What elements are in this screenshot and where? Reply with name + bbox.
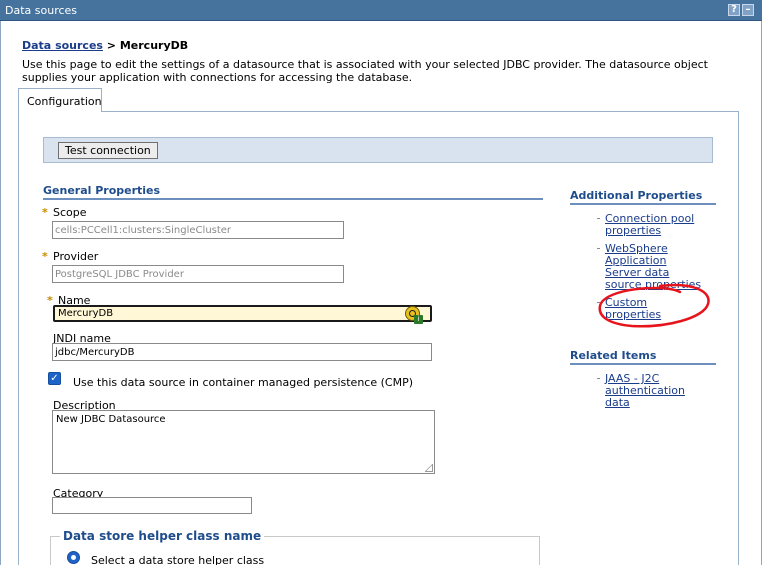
list-bullet [597,248,600,249]
general-properties-heading: General Properties [43,184,543,200]
cmp-label: Use this data source in container manage… [73,376,413,389]
websphere-data-source-properties-link[interactable]: WebSphere Application Server data source… [605,243,705,291]
additional-properties-heading: Additional Properties [570,189,716,205]
window-title: Data sources [5,4,78,17]
list-bullet [597,302,600,303]
help-button[interactable]: ? [728,4,740,16]
scope-label: Scope [53,206,87,219]
required-marker: * [47,294,53,307]
select-helper-radio[interactable] [67,551,80,564]
assist-badge-icon: i [414,315,423,324]
custom-properties-link[interactable]: Custom properties [605,297,705,321]
tab-joiner [19,110,101,112]
button-bar: Test connection [43,137,713,163]
category-input[interactable] [52,497,252,514]
provider-field: PostgreSQL JDBC Provider [52,265,344,283]
tab-configuration[interactable]: Configuration [18,88,102,112]
scope-field: cells:PCCell1:clusters:SingleCluster [52,221,344,239]
related-items-heading: Related Items [570,349,716,365]
connection-pool-properties-link[interactable]: Connection pool properties [605,213,705,237]
jaas-j2c-authentication-link[interactable]: JAAS - J2C authentication data [605,373,705,409]
helper-class-legend: Data store helper class name [60,529,265,543]
breadcrumb: Data sources > MercuryDB [22,39,188,52]
required-marker: * [42,250,48,263]
test-connection-button[interactable]: Test connection [58,142,158,159]
list-bullet [597,378,600,379]
breadcrumb-separator: > [102,39,120,52]
select-helper-label: Select a data store helper class [91,554,265,565]
cmp-checkbox[interactable]: ✓ [48,372,61,385]
name-input[interactable]: MercuryDB [53,305,432,322]
description-textarea[interactable]: New JDBC Datasource [52,410,435,474]
breadcrumb-current: MercuryDB [119,39,189,52]
assist-icon[interactable]: i [405,306,423,324]
required-marker: * [42,206,48,219]
resize-handle-icon[interactable] [425,464,433,472]
window-titlebar: Data sources ? – [0,0,762,21]
description-text: New JDBC Datasource [56,414,166,425]
breadcrumb-link-data-sources[interactable]: Data sources [22,39,103,52]
jndi-input[interactable]: jdbc/MercuryDB [52,343,432,361]
page-description: Use this page to edit the settings of a … [22,58,708,84]
provider-label: Provider [53,250,99,263]
list-bullet [597,218,600,219]
minimize-button[interactable]: – [742,4,754,16]
